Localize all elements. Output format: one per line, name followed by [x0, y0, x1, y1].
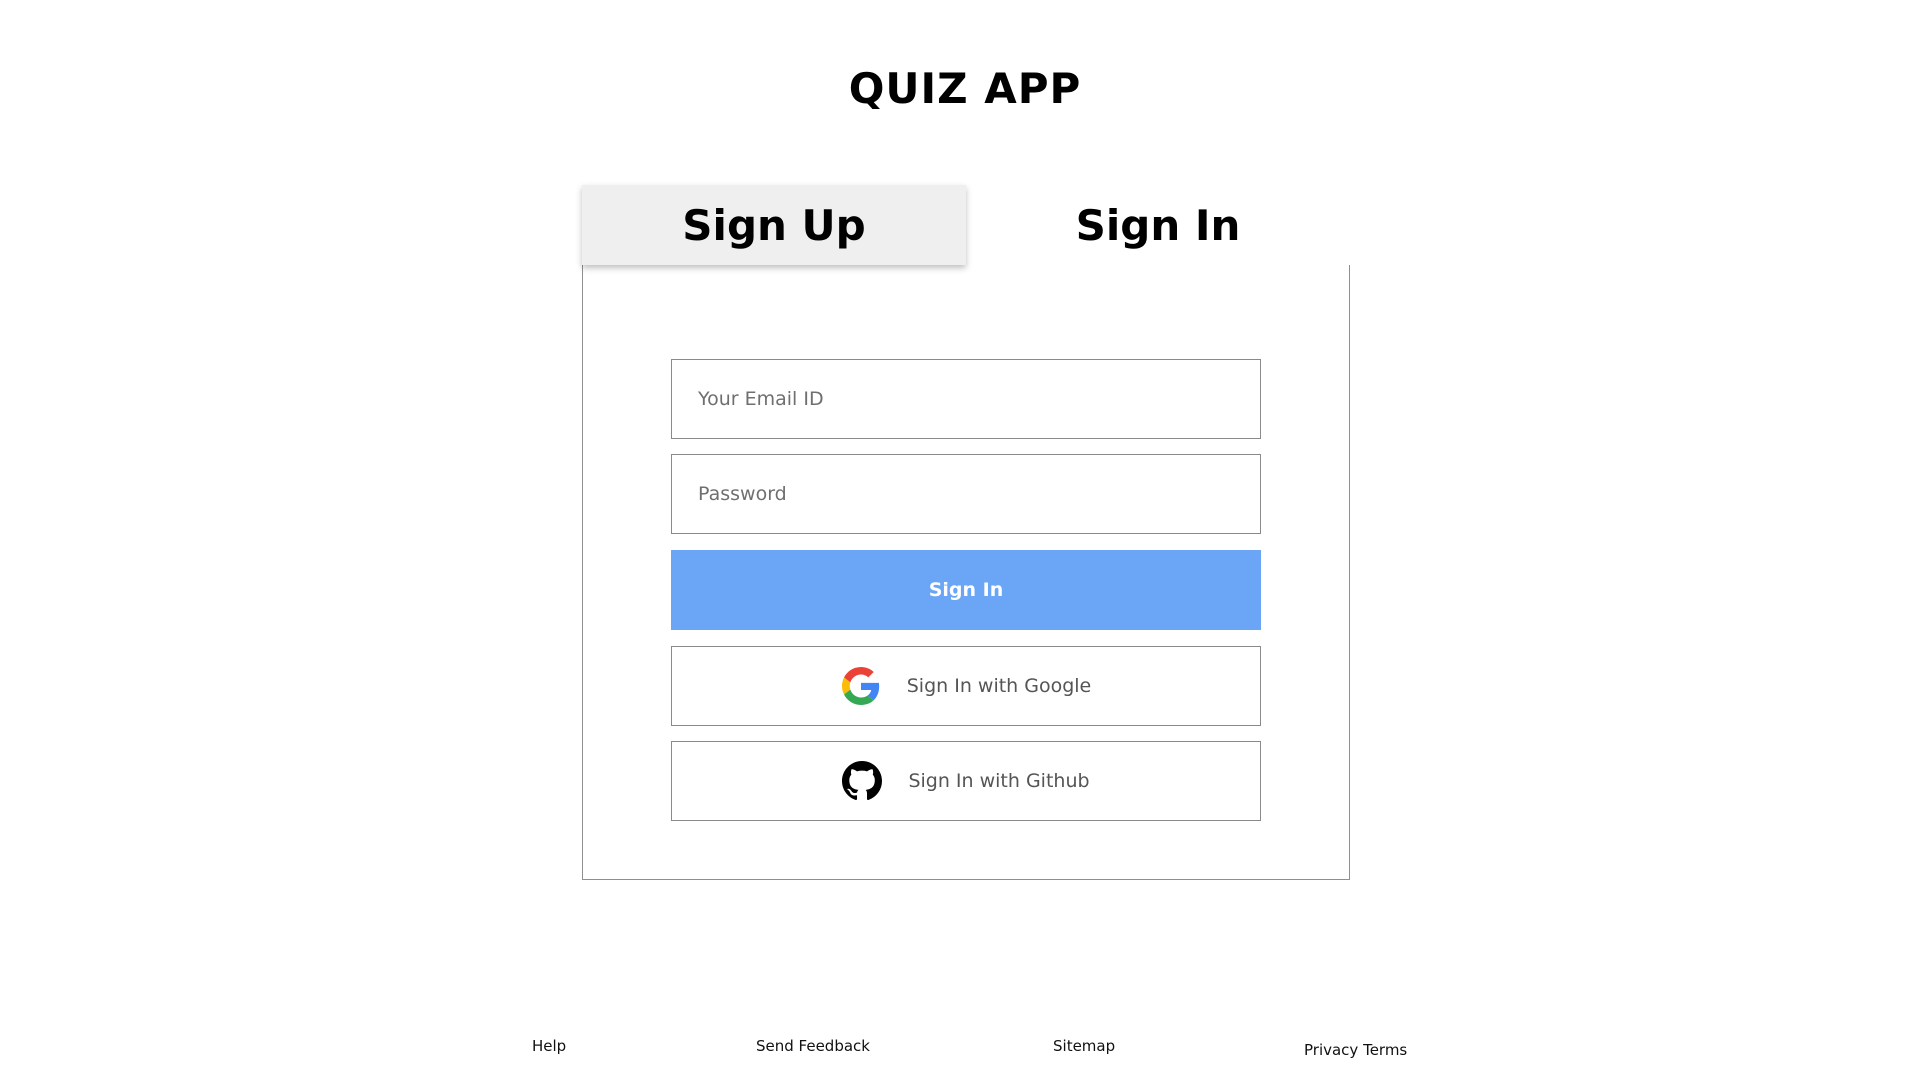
footer-help-link[interactable]: Help: [532, 1037, 566, 1055]
github-icon: [842, 761, 883, 801]
password-input[interactable]: [672, 455, 1260, 533]
tab-sign-up[interactable]: Sign Up: [582, 185, 966, 265]
email-input[interactable]: [672, 360, 1260, 438]
footer-sitemap-link[interactable]: Sitemap: [1053, 1037, 1115, 1055]
app-title: QUIZ APP: [848, 64, 1082, 113]
github-sign-in-label: Sign In with Github: [908, 770, 1090, 792]
footer-privacy-terms-link[interactable]: Privacy Terms: [1304, 1041, 1407, 1059]
password-field-container: [671, 454, 1261, 534]
google-sign-in-label: Sign In with Google: [906, 675, 1092, 697]
footer-send-feedback-link[interactable]: Send Feedback: [756, 1037, 870, 1055]
tab-sign-in[interactable]: Sign In: [966, 185, 1350, 265]
auth-card: Sign Up Sign In Sign In Sign In with Goo…: [582, 185, 1350, 880]
email-field-container: [671, 359, 1261, 439]
github-sign-in-button[interactable]: Sign In with Github: [671, 741, 1261, 821]
google-sign-in-button[interactable]: Sign In with Google: [671, 646, 1261, 726]
sign-in-button[interactable]: Sign In: [671, 550, 1261, 630]
google-icon: [841, 666, 881, 706]
